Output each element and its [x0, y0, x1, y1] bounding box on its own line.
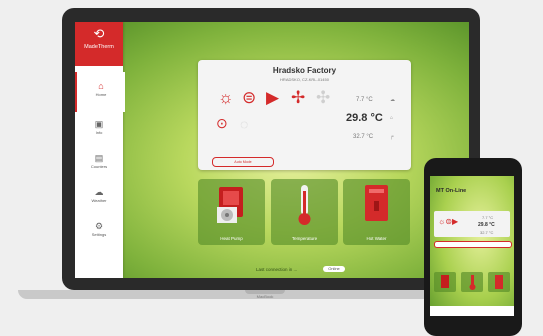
- drop-icon: ◌: [240, 116, 249, 132]
- tile-label: Hot Water: [366, 236, 387, 241]
- outdoor-temp: 7.7 °C: [356, 97, 373, 103]
- heat-pump-icon: [441, 275, 449, 288]
- mode-button[interactable]: Auto Mode: [212, 157, 274, 167]
- sidebar-item-settings[interactable]: ⚙ Settings: [75, 212, 123, 252]
- heat-pump-icon: [217, 187, 243, 223]
- phone-bottom-nav[interactable]: [430, 306, 514, 316]
- brand-name: MadeTherm: [84, 44, 114, 50]
- tap-icon: ╒: [390, 134, 394, 140]
- info-icon: ▣: [94, 119, 104, 129]
- compressor-icon: ⊜: [242, 88, 257, 107]
- weather-icon: ☁: [94, 187, 104, 197]
- outdoor-temp-icon: ☁: [390, 97, 395, 103]
- fan-icon: ✢: [291, 88, 306, 107]
- indoor-temp: 29.8 °C: [346, 112, 383, 124]
- site-title: Hradsko Factory: [272, 66, 337, 75]
- sidebar: ⟲ MadeTherm ⌂ Home ▣ Info ▤ Counters ☁ W…: [75, 22, 125, 278]
- phone-water-temp: 32.7 °C: [480, 230, 494, 235]
- brand-header[interactable]: ⟲ MadeTherm: [75, 22, 123, 66]
- temperature-tile[interactable]: Temperature: [271, 179, 338, 245]
- status-card: Hradsko Factory HRADSKO, CZ-KRL-01450 ☼ …: [198, 60, 411, 170]
- phone-indoor-temp: 29.8 °C: [478, 222, 495, 228]
- boiler-icon: [495, 275, 503, 289]
- sidebar-item-label: Weather: [91, 198, 107, 203]
- sidebar-item-label: Settings: [91, 232, 107, 237]
- thermometer-icon: [469, 275, 476, 290]
- madetherm-logo-icon: ⟲: [93, 26, 105, 41]
- pump-icon: ▶: [266, 88, 280, 107]
- laptop-label: MacBook: [256, 294, 274, 299]
- heater-icon: ✣: [316, 88, 331, 107]
- phone-temperature-tile[interactable]: [461, 272, 483, 292]
- tile-label: Heat Pump: [220, 236, 243, 241]
- on-indicator-icon: ⊙: [216, 115, 228, 131]
- sidebar-item-label: Counters: [90, 164, 108, 169]
- boiler-icon: [365, 185, 388, 221]
- phone-mode-button[interactable]: [434, 241, 512, 248]
- hot-water-tile[interactable]: Hot Water: [343, 179, 410, 245]
- phone-hot-water-tile[interactable]: [488, 272, 510, 292]
- counters-icon: ▤: [94, 153, 104, 163]
- phone-outdoor-temp: 7.7 °C: [482, 215, 494, 220]
- phone-sun-icon: ☼⊜▶: [438, 217, 459, 226]
- home-icon: ⌂: [98, 81, 104, 91]
- heat-pump-tile[interactable]: Heat Pump: [198, 179, 265, 245]
- sidebar-item-label: Home: [95, 92, 107, 97]
- sidebar-item-home[interactable]: ⌂ Home: [75, 72, 125, 112]
- phone-screen: MT On-Line ☼⊜▶ 7.7 °C 29.8 °C 32.7 °C: [430, 176, 514, 316]
- site-subtitle: HRADSKO, CZ-KRL-01450: [280, 77, 329, 82]
- phone-title: MT On-Line: [436, 188, 467, 194]
- phone-status-card: ☼⊜▶ 7.7 °C 29.8 °C 32.7 °C: [434, 211, 510, 237]
- connection-status-text: Last connection in ...: [256, 267, 298, 272]
- room-icon: ⌂: [390, 115, 394, 121]
- tile-label: Temperature: [291, 236, 318, 241]
- thermometer-icon: [298, 185, 311, 225]
- app-screen: ⟲ MadeTherm ⌂ Home ▣ Info ▤ Counters ☁ W…: [75, 22, 469, 278]
- sun-icon: ☼: [218, 88, 234, 107]
- settings-icon: ⚙: [94, 221, 104, 231]
- status-badge: Online: [323, 266, 345, 272]
- sidebar-item-label: Info: [95, 130, 103, 135]
- phone-heat-pump-tile[interactable]: [434, 272, 456, 292]
- water-temp: 32.7 °C: [353, 134, 374, 140]
